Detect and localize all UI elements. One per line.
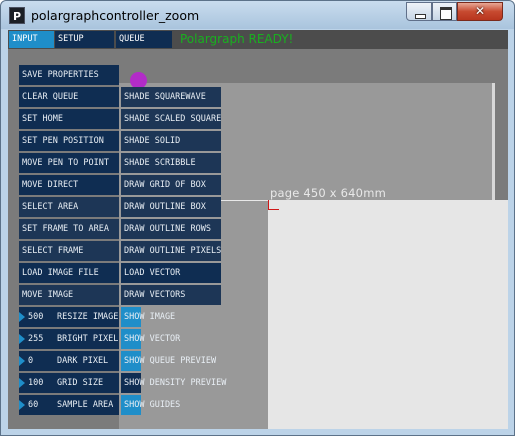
bright-pixel-value: 255: [28, 334, 44, 344]
bright-pixel-label: BRIGHT PIXEL: [57, 334, 119, 344]
set-home-button[interactable]: SET HOME: [19, 109, 119, 129]
app-client-area: INPUT SETUP QUEUE Polargraph READY! page…: [8, 30, 508, 429]
grid-size-value: 100: [28, 378, 44, 388]
arrow-right-icon: [19, 400, 25, 410]
show-queue-preview-label: SHOW QUEUE PREVIEW: [124, 356, 217, 366]
maximize-button[interactable]: [432, 2, 457, 21]
status-text: Polargraph READY!: [180, 32, 294, 46]
set-frame-to-area-button[interactable]: SET FRAME TO AREA: [19, 219, 119, 239]
move-direct-button[interactable]: MOVE DIRECT: [19, 175, 119, 195]
arrow-right-icon: [19, 312, 25, 322]
save-properties-button[interactable]: SAVE PROPERTIES: [19, 65, 119, 85]
resize-image-value: 500: [28, 312, 44, 322]
page-size-label: page 450 x 640mm: [270, 186, 386, 200]
page-area[interactable]: [268, 200, 508, 429]
arrow-right-icon: [19, 356, 25, 366]
arrow-right-icon: [19, 334, 25, 344]
bright-pixel-control[interactable]: 255 BRIGHT PIXEL: [19, 329, 119, 349]
page-corner-marker: [268, 200, 279, 210]
select-frame-button[interactable]: SELECT FRAME: [19, 241, 119, 261]
show-vector-label: SHOW VECTOR: [124, 334, 181, 344]
shade-solid-button[interactable]: SHADE SOLID: [121, 131, 221, 151]
tab-bar: INPUT SETUP QUEUE Polargraph READY!: [8, 30, 508, 49]
set-pen-position-button[interactable]: SET PEN POSITION: [19, 131, 119, 151]
shade-scaled-square-button[interactable]: SHADE SCALED SQUARE: [121, 109, 221, 129]
show-density-preview-label: SHOW DENSITY PREVIEW: [124, 378, 227, 388]
close-button[interactable]: [457, 2, 503, 21]
sample-area-label: SAMPLE AREA: [57, 400, 114, 410]
title-bar[interactable]: P polargraphcontroller_zoom: [1, 1, 514, 29]
tab-input[interactable]: INPUT: [9, 31, 54, 48]
arrow-right-icon: [19, 378, 25, 388]
grid-size-control[interactable]: 100 GRID SIZE: [19, 373, 119, 393]
load-vector-button[interactable]: LOAD VECTOR: [121, 263, 221, 283]
dark-pixel-label: DARK PIXEL: [57, 356, 109, 366]
show-vector-toggle[interactable]: SHOW VECTOR: [121, 329, 261, 349]
tab-setup[interactable]: SETUP: [55, 31, 114, 48]
show-guides-label: SHOW GUIDES: [124, 400, 181, 410]
dark-pixel-value: 0: [28, 356, 34, 366]
draw-outline-box-button[interactable]: DRAW OUTLINE BOX: [121, 197, 221, 217]
draw-vectors-button[interactable]: DRAW VECTORS: [121, 285, 221, 305]
draw-grid-of-box-button[interactable]: DRAW GRID OF BOX: [121, 175, 221, 195]
minimize-button[interactable]: [406, 2, 432, 21]
app-icon: P: [9, 7, 25, 24]
grid-size-label: GRID SIZE: [57, 378, 104, 388]
select-area-button[interactable]: SELECT AREA: [19, 197, 119, 217]
draw-outline-pixels-button[interactable]: DRAW OUTLINE PIXELS: [121, 241, 221, 261]
resize-image-label: RESIZE IMAGE: [57, 312, 119, 322]
shade-scribble-button[interactable]: SHADE SCRIBBLE: [121, 153, 221, 173]
shade-squarewave-button[interactable]: SHADE SQUAREWAVE: [121, 87, 221, 107]
show-image-label: SHOW IMAGE: [124, 312, 176, 322]
show-queue-preview-toggle[interactable]: SHOW QUEUE PREVIEW: [121, 351, 261, 371]
show-image-toggle[interactable]: SHOW IMAGE: [121, 307, 261, 327]
move-pen-to-point-button[interactable]: MOVE PEN TO POINT: [19, 153, 119, 173]
show-density-preview-toggle[interactable]: SHOW DENSITY PREVIEW: [121, 373, 261, 393]
dark-pixel-control[interactable]: 0 DARK PIXEL: [19, 351, 119, 371]
draw-outline-rows-button[interactable]: DRAW OUTLINE ROWS: [121, 219, 221, 239]
show-guides-toggle[interactable]: SHOW GUIDES: [121, 395, 261, 415]
move-image-button[interactable]: MOVE IMAGE: [19, 285, 119, 305]
app-window: P polargraphcontroller_zoom INPUT SETUP …: [0, 0, 515, 436]
load-image-file-button[interactable]: LOAD IMAGE FILE: [19, 263, 119, 283]
sample-area-value: 60: [28, 400, 39, 410]
sample-area-control[interactable]: 60 SAMPLE AREA: [19, 395, 119, 415]
window-title: polargraphcontroller_zoom: [31, 8, 200, 23]
tab-queue[interactable]: QUEUE: [116, 31, 172, 48]
resize-image-control[interactable]: 500 RESIZE IMAGE: [19, 307, 119, 327]
clear-queue-button[interactable]: CLEAR QUEUE: [19, 87, 119, 107]
